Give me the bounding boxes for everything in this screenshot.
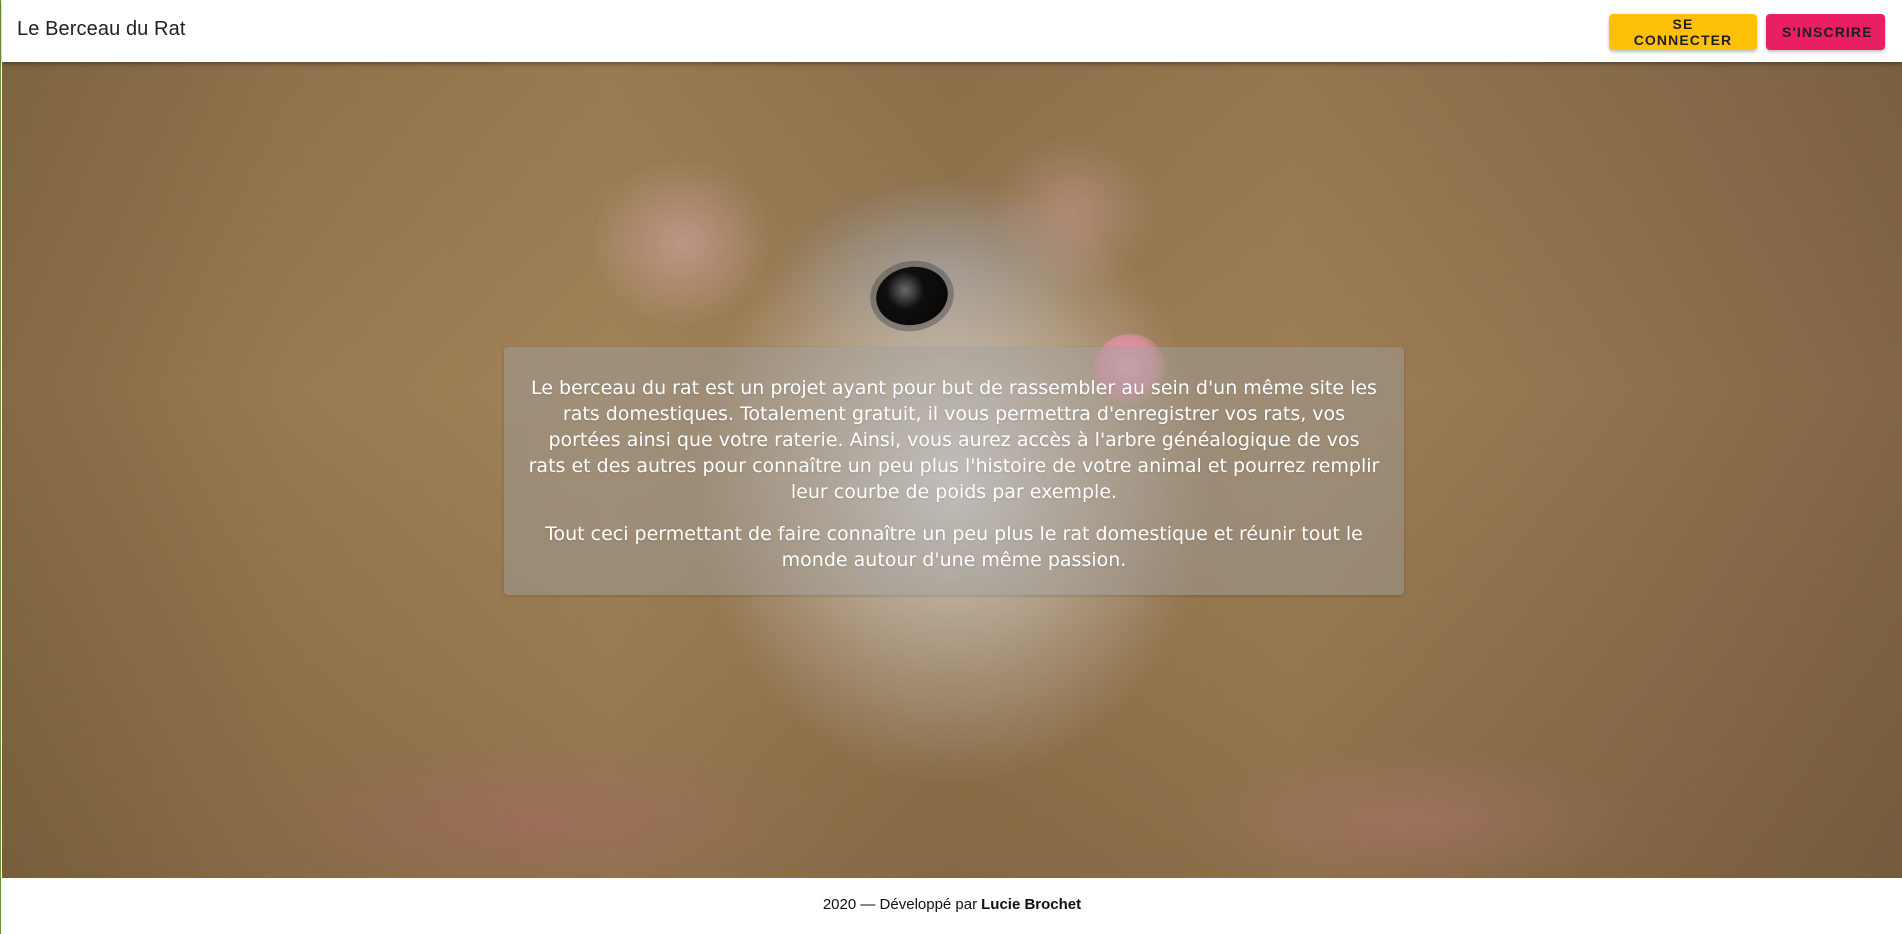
top-bar: Le Berceau du Rat Se connecter S'inscrir…: [2, 0, 1902, 62]
intro-card: Le berceau du rat est un projet ayant po…: [504, 347, 1404, 595]
hero-section: Le berceau du rat est un projet ayant po…: [2, 62, 1902, 878]
site-title[interactable]: Le Berceau du Rat: [17, 18, 185, 41]
register-button[interactable]: S'inscrire: [1766, 14, 1885, 50]
footer: 2020 — Développé par Lucie Brochet: [2, 878, 1902, 934]
app-root: Le Berceau du Rat Se connecter S'inscrir…: [0, 0, 1902, 934]
footer-author: Lucie Brochet: [981, 896, 1082, 913]
footer-text: 2020 — Développé par Lucie Brochet: [823, 896, 1081, 913]
footer-prefix: 2020 — Développé par: [822, 896, 978, 913]
login-button[interactable]: Se connecter: [1609, 14, 1757, 50]
intro-paragraph-1: Le berceau du rat est un projet ayant po…: [528, 377, 1380, 503]
intro-paragraph-2: Tout ceci permettant de faire connaître …: [545, 523, 1363, 571]
